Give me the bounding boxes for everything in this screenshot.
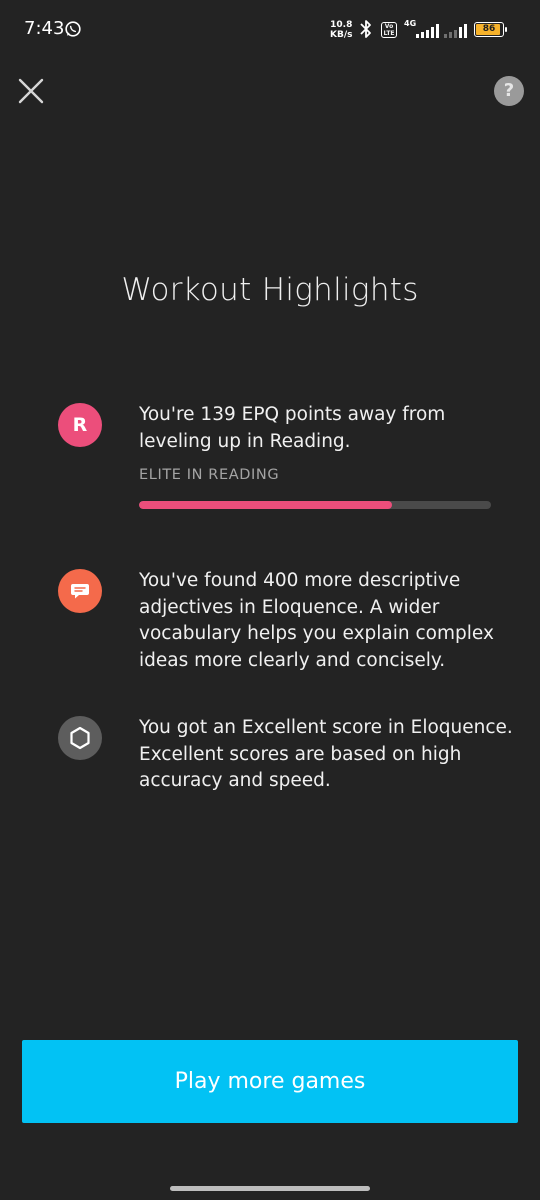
progress-bar xyxy=(139,501,491,509)
hexagon-icon xyxy=(58,716,102,760)
help-button[interactable]: ? xyxy=(494,76,524,106)
volte-icon: Vo LTE xyxy=(381,22,397,38)
close-icon[interactable] xyxy=(16,76,46,106)
progress-label: ELITE IN READING xyxy=(139,467,280,483)
status-time: 7:43 xyxy=(24,18,65,39)
home-indicator[interactable] xyxy=(170,1186,370,1191)
chat-bubble-icon xyxy=(71,584,89,599)
network-speed-unit: KB/s xyxy=(330,30,353,40)
highlight-text: You got an Excellent score in Eloquence.… xyxy=(139,717,513,791)
play-more-games-button[interactable]: Play more games xyxy=(22,1040,518,1123)
hexagon-shape-icon xyxy=(70,726,90,750)
battery-level: 86 xyxy=(482,24,496,34)
network-speed-value: 10.8 xyxy=(330,20,353,30)
progress-fill xyxy=(139,501,393,509)
whatsapp-icon xyxy=(65,21,81,37)
highlight-text: You're 139 EPQ points away from leveling… xyxy=(139,404,446,452)
signal-sim2-icon xyxy=(444,24,478,38)
status-bar: 7:43 10.8 KB/s Vo LTE 4G 86 xyxy=(0,0,540,60)
chat-icon xyxy=(58,569,102,613)
reading-badge-icon: R xyxy=(58,403,102,447)
battery-icon: 86 xyxy=(474,22,507,37)
network-type: 4G xyxy=(404,19,417,28)
network-speed: 10.8 KB/s xyxy=(330,20,352,40)
bluetooth-icon xyxy=(360,20,371,38)
page-title: Workout Highlights xyxy=(121,272,419,308)
highlight-text: You've found 400 more descriptive adject… xyxy=(139,570,494,671)
